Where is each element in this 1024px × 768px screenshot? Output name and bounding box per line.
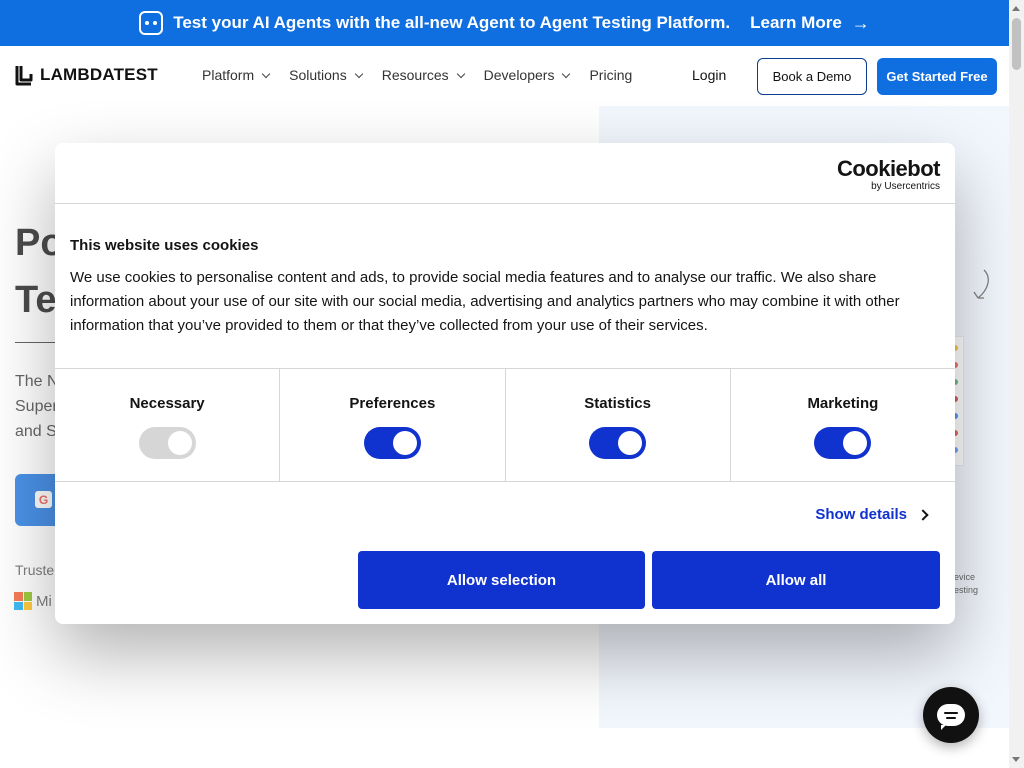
toggle-knob [843, 431, 868, 455]
nav-developers[interactable]: Developers [483, 67, 571, 83]
main-nav: Platform Solutions Resources Developers … [202, 67, 652, 83]
cookie-description: We use cookies to personalise content an… [70, 269, 900, 334]
login-link[interactable]: Login [692, 67, 726, 83]
scroll-down-icon[interactable] [1012, 757, 1020, 762]
announcement-text: Test your AI Agents with the all-new Age… [173, 13, 731, 32]
category-label: Marketing [807, 395, 879, 412]
nav-solutions[interactable]: Solutions [289, 67, 363, 83]
chevron-down-icon [456, 69, 465, 78]
marketing-toggle[interactable] [814, 427, 872, 459]
nav-label: Developers [483, 67, 555, 83]
cookiebot-name: Cookiebot [836, 156, 941, 181]
cookiebot-by: by Usercentrics [871, 181, 940, 192]
nav-resources[interactable]: Resources [381, 67, 465, 83]
category-label: Preferences [349, 395, 436, 412]
chevron-down-icon [354, 69, 363, 78]
category-marketing: Marketing [731, 369, 955, 481]
scrollbar-thumb[interactable] [1012, 18, 1021, 70]
statistics-toggle[interactable] [589, 427, 647, 459]
allow-all-button[interactable]: Allow all [652, 551, 940, 609]
chat-bubble-icon [937, 704, 965, 730]
category-label: Necessary [129, 395, 205, 412]
category-preferences: Preferences [280, 369, 506, 481]
toggle-knob [167, 431, 192, 455]
lambdatest-logo-icon [12, 63, 36, 87]
chevron-down-icon [261, 69, 271, 78]
dialog-body: This website uses cookies We use cookies… [55, 204, 955, 338]
learn-more-link[interactable]: Learn More [750, 13, 842, 33]
toggle-knob [392, 431, 417, 455]
nav-label: Resources [381, 67, 449, 83]
category-necessary: Necessary [55, 369, 281, 481]
cookie-consent-dialog: Cookiebot by Usercentrics This website u… [55, 143, 955, 624]
consent-categories: Necessary Preferences Statistics Marketi… [55, 368, 955, 482]
allow-selection-button[interactable]: Allow selection [358, 551, 645, 609]
preferences-toggle[interactable] [363, 427, 421, 459]
nav-platform[interactable]: Platform [202, 67, 271, 83]
show-details-link[interactable]: Show details [815, 506, 929, 523]
nav-label: Platform [202, 67, 255, 83]
brand-name: LAMBDATEST [40, 65, 158, 84]
lambdatest-logo[interactable]: LAMBDATEST [12, 63, 158, 87]
book-demo-button[interactable]: Book a Demo [757, 58, 867, 95]
nav-label: Solutions [289, 67, 347, 83]
robot-icon [139, 11, 164, 35]
chevron-right-icon [917, 508, 929, 521]
chat-launcher-button[interactable] [923, 687, 979, 743]
chevron-down-icon [562, 69, 571, 78]
page-scrollbar[interactable] [1009, 0, 1024, 768]
arrow-right-icon: → [851, 12, 870, 33]
get-started-button[interactable]: Get Started Free [877, 58, 997, 95]
category-label: Statistics [584, 395, 651, 412]
dialog-header: Cookiebot by Usercentrics [55, 143, 955, 204]
nav-label: Pricing [589, 67, 633, 83]
cookie-title: This website uses cookies [70, 237, 259, 254]
nav-pricing[interactable]: Pricing [589, 67, 632, 83]
announcement-bar[interactable]: Test your AI Agents with the all-new Age… [0, 0, 1009, 46]
toggle-knob [618, 431, 643, 455]
category-statistics: Statistics [506, 369, 731, 481]
show-details-label: Show details [815, 506, 907, 523]
cookiebot-logo[interactable]: Cookiebot by Usercentrics [836, 156, 941, 193]
scroll-up-icon[interactable] [1012, 6, 1020, 11]
necessary-toggle [138, 427, 196, 459]
